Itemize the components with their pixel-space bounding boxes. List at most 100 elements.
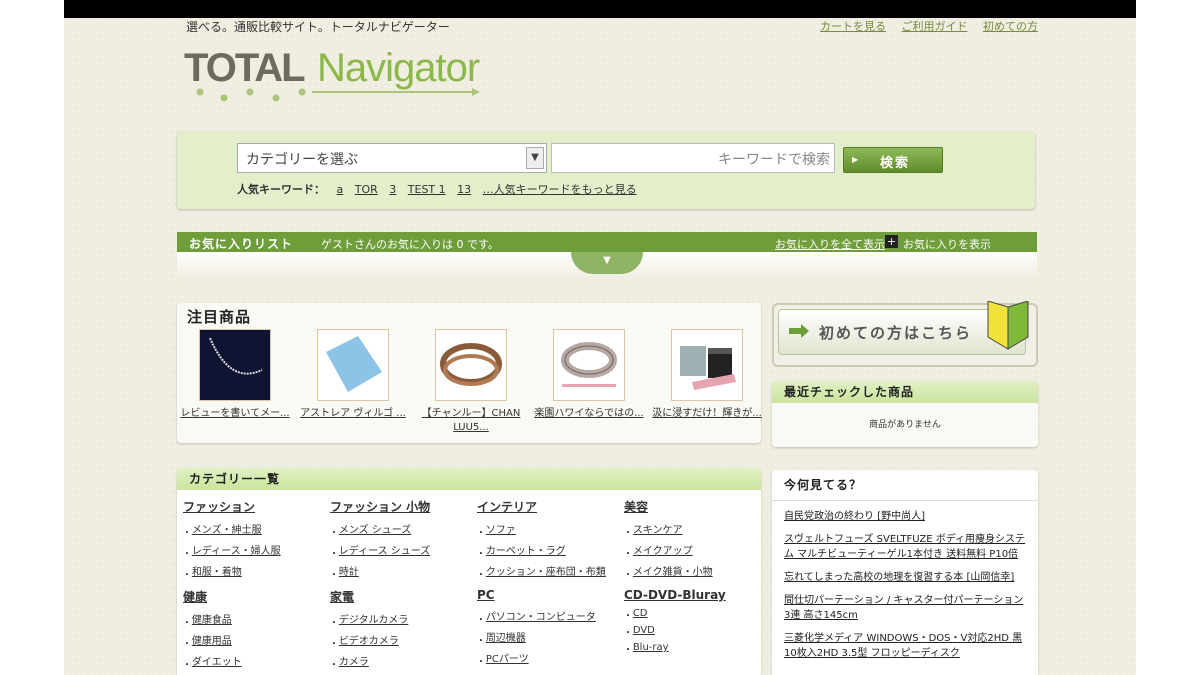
- guide-link[interactable]: ご利用ガイド: [902, 20, 968, 33]
- cart-link[interactable]: カートを見る: [820, 20, 886, 33]
- product-card[interactable]: アストレア ヴィルゴ ...: [295, 329, 411, 421]
- watching-item-link[interactable]: スヴェルトフューズ SVELTFUZE ボディ用痩身システム マルチビューティー…: [784, 532, 1026, 562]
- category-item[interactable]: . メンズ シューズ: [332, 521, 470, 536]
- product-caption[interactable]: レビューを書いてメー...: [177, 407, 293, 421]
- search-button[interactable]: ▶ 検索: [843, 147, 943, 173]
- category-item[interactable]: . メイクアップ: [626, 542, 764, 557]
- favorites-message: ゲストさんのお気に入りは 0 です。: [321, 238, 499, 251]
- product-card[interactable]: 汲に浸すだけ！輝きが...: [649, 329, 765, 421]
- watching-item-link[interactable]: 間仕切パーテーション / キャスター付パーテーション3連 高さ145cm: [784, 593, 1026, 623]
- category-item[interactable]: . カメラ: [332, 653, 470, 668]
- category-item[interactable]: . Blu-ray: [626, 642, 764, 653]
- category-item[interactable]: . クッション・座布団・布類: [479, 563, 617, 578]
- category-item[interactable]: . 時計: [332, 563, 470, 578]
- jar-icon: [680, 346, 736, 390]
- category-item[interactable]: . PCパーツ: [479, 650, 617, 665]
- watching-item-link[interactable]: 自民党政治の終わり [野中尚人]: [784, 509, 1026, 524]
- expand-favorites-tab[interactable]: ▼: [571, 252, 643, 274]
- category-heading[interactable]: 美容: [624, 498, 764, 515]
- plus-icon[interactable]: +: [885, 235, 898, 248]
- category-group: インテリア . ソファ . カーペット・ラグ . クッション・座布団・布類: [477, 498, 617, 584]
- arrow-right-icon: [789, 324, 809, 338]
- product-caption[interactable]: 楽園ハワイならではの...: [531, 407, 647, 421]
- product-card[interactable]: 【チャンルー】CHAN LUU5...: [413, 329, 529, 435]
- category-item[interactable]: . 健康食品: [185, 611, 323, 626]
- triangle-down-icon: ▼: [603, 255, 611, 266]
- category-item[interactable]: . メンズ・紳士服: [185, 521, 323, 536]
- category-item[interactable]: . 和服・着物: [185, 563, 323, 578]
- first-time-button-label: 初めての方はこちら: [819, 324, 973, 342]
- category-group: ファッション 小物 . メンズ シューズ . レディース シューズ . 時計: [330, 498, 470, 584]
- category-heading[interactable]: CD-DVD-Bluray: [624, 588, 764, 602]
- top-links: カートを見る ご利用ガイド 初めての方: [808, 18, 1038, 34]
- category-item[interactable]: . 健康用品: [185, 632, 323, 647]
- product-image[interactable]: [199, 329, 271, 401]
- logo-total-text: TOTAL: [184, 46, 306, 90]
- category-item[interactable]: . カーペット・ラグ: [479, 542, 617, 557]
- site-logo[interactable]: TOTAL Navigator: [184, 44, 484, 104]
- category-heading[interactable]: ファッション 小物: [330, 498, 470, 515]
- recent-products-panel: 最近チェックした商品 商品がありません: [772, 381, 1038, 447]
- product-caption[interactable]: アストレア ヴィルゴ ...: [295, 407, 411, 421]
- category-heading[interactable]: ファッション: [183, 498, 323, 515]
- keyword-link[interactable]: 13: [457, 183, 471, 196]
- category-list-title: カテゴリー一覧: [177, 468, 761, 490]
- keyword-link[interactable]: TEST 1: [408, 183, 446, 196]
- category-item[interactable]: . パソコン・コンピュータ: [479, 608, 617, 623]
- chevron-down-icon[interactable]: ▼: [526, 147, 544, 169]
- category-item[interactable]: . メイク雑貨・小物: [626, 563, 764, 578]
- watching-item-link[interactable]: 忘れてしまった高校の地理を復習する本 [山岡信幸]: [784, 570, 1026, 585]
- browser-top-bar: [64, 0, 1136, 18]
- search-button-label: 検索: [880, 156, 911, 171]
- category-select[interactable]: カテゴリーを選ぶ ▼: [237, 143, 547, 173]
- category-heading[interactable]: インテリア: [477, 498, 617, 515]
- more-keywords-link[interactable]: …人気キーワードをもっと見る: [483, 183, 637, 196]
- category-group: PC . パソコン・コンピュータ . 周辺機器 . PCパーツ: [477, 588, 617, 671]
- featured-products: 注目商品 レビューを書いてメー... アストレア ヴィルゴ ... 【チャンルー…: [177, 303, 762, 443]
- category-item[interactable]: . CD: [626, 608, 764, 619]
- beginner-mark-icon: [987, 301, 1029, 350]
- category-item[interactable]: . DVD: [626, 625, 764, 636]
- category-item[interactable]: . ビデオカメラ: [332, 632, 470, 647]
- product-card[interactable]: レビューを書いてメー...: [177, 329, 293, 421]
- product-caption[interactable]: 【チャンルー】CHAN LUU5...: [413, 407, 529, 435]
- keyword-link[interactable]: TOR: [355, 183, 378, 196]
- category-heading[interactable]: 健康: [183, 588, 323, 605]
- show-all-favorites-link[interactable]: お気に入りを全て表示: [775, 236, 885, 252]
- keyword-link[interactable]: a: [337, 183, 344, 196]
- category-heading[interactable]: 家電: [330, 588, 470, 605]
- play-arrow-icon: ▶: [852, 155, 861, 164]
- category-item[interactable]: . ダイエット: [185, 653, 323, 668]
- now-watching-panel: 今何見てる？ 自民党政治の終わり [野中尚人] スヴェルトフューズ SVELTF…: [772, 470, 1038, 675]
- keyword-placeholder: キーワードで検索: [718, 152, 830, 168]
- category-group: ファッション . メンズ・紳士服 . レディース・婦人服 . 和服・着物: [183, 498, 323, 584]
- keyword-input[interactable]: キーワードで検索: [551, 143, 835, 173]
- category-group: 健康 . 健康食品 . 健康用品 . ダイエット: [183, 588, 323, 674]
- category-item[interactable]: . スキンケア: [626, 521, 764, 536]
- show-favorites-link[interactable]: お気に入りを表示: [903, 236, 991, 252]
- product-card[interactable]: 楽園ハワイならではの...: [531, 329, 647, 421]
- product-image[interactable]: [317, 329, 389, 401]
- recent-title: 最近チェックした商品: [772, 381, 1038, 403]
- logo-navigator-text: Navigator: [317, 46, 480, 90]
- recent-empty-text: 商品がありません: [869, 420, 941, 430]
- category-item[interactable]: . 周辺機器: [479, 629, 617, 644]
- favorites-bar: お気に入りリスト ゲストさんのお気に入りは 0 です。 お気に入りを全て表示 +…: [177, 232, 1037, 252]
- category-item[interactable]: . レディース シューズ: [332, 542, 470, 557]
- product-caption[interactable]: 汲に浸すだけ！輝きが...: [649, 407, 765, 421]
- category-heading[interactable]: PC: [477, 588, 617, 602]
- product-image[interactable]: [553, 329, 625, 401]
- category-item[interactable]: . レディース・婦人服: [185, 542, 323, 557]
- popular-keywords: 人気キーワード： a TOR 3 TEST 1 13 …人気キーワードをもっと見…: [237, 181, 645, 197]
- favorites-title: お気に入りリスト: [189, 237, 294, 251]
- category-group: CD-DVD-Bluray . CD . DVD . Blu-ray: [624, 588, 764, 659]
- watching-item-link[interactable]: 三菱化学メディア WINDOWS・DOS・V対応2HD 黒 10枚入2HD 3.…: [784, 631, 1026, 661]
- product-image[interactable]: [671, 329, 743, 401]
- category-select-value: カテゴリーを選ぶ: [246, 152, 358, 168]
- category-item[interactable]: . デジタルカメラ: [332, 611, 470, 626]
- first-time-button[interactable]: 初めての方はこちら: [772, 301, 1038, 367]
- product-image[interactable]: [435, 329, 507, 401]
- category-item[interactable]: . ソファ: [479, 521, 617, 536]
- first-time-link[interactable]: 初めての方: [983, 20, 1038, 33]
- keyword-link[interactable]: 3: [389, 183, 396, 196]
